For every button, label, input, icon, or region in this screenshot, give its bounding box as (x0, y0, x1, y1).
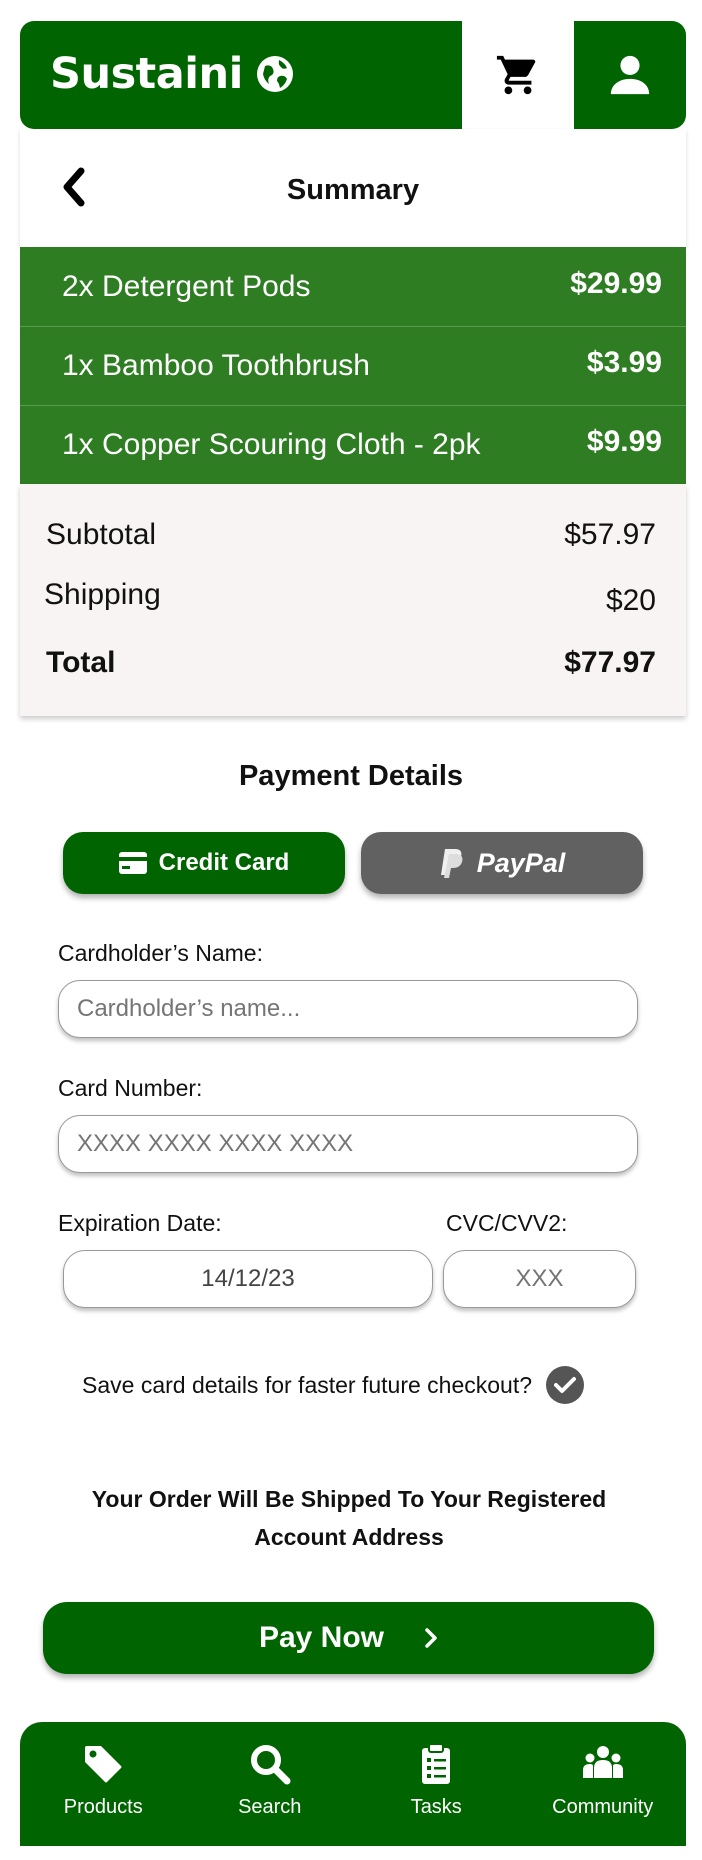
chevron-right-icon (425, 1628, 437, 1648)
nav-label: Tasks (410, 1796, 462, 1818)
bottom-navigation: Products Search Tasks Community (20, 1722, 686, 1846)
expiration-date-label: Expiration Date: (58, 1210, 222, 1236)
nav-item-products[interactable]: Products (20, 1722, 187, 1846)
save-card-checkbox[interactable] (546, 1366, 585, 1404)
subtotal-value: $57.97 (564, 518, 656, 551)
nav-item-tasks[interactable]: Tasks (353, 1722, 520, 1846)
order-item: 2x Detergent Pods $29.99 (20, 247, 686, 326)
credit-card-icon (118, 852, 147, 874)
order-totals: Subtotal $57.97 Shipping $20 Total $77.9… (20, 484, 686, 716)
save-card-option[interactable]: Save card details for faster future chec… (82, 1366, 585, 1404)
item-name: 1x Copper Scouring Cloth - 2pk (62, 428, 481, 461)
nav-label: Community (552, 1796, 654, 1818)
credit-card-label: Credit Card (158, 849, 290, 876)
summary-header: Summary (20, 129, 686, 247)
shipping-note: Your Order Will Be Shipped To Your Regis… (91, 1486, 607, 1550)
people-icon (582, 1746, 623, 1778)
nav-label: Search (238, 1796, 302, 1818)
nav-item-search[interactable]: Search (187, 1722, 354, 1846)
globe-icon (256, 56, 293, 92)
clipboard-icon (422, 1743, 451, 1784)
brand-name: Sustaini (50, 49, 243, 99)
save-card-label: Save card details for faster future chec… (82, 1371, 533, 1398)
order-item: 1x Copper Scouring Cloth - 2pk $9.99 (20, 405, 686, 484)
shipping-value: $20 (605, 584, 656, 617)
total-value: $77.97 (564, 646, 656, 679)
user-icon (610, 55, 650, 95)
paypal-icon (440, 849, 463, 878)
cart-icon (496, 55, 536, 95)
item-divider (20, 405, 686, 406)
page-title: Summary (286, 174, 420, 206)
search-icon (250, 1745, 291, 1785)
payment-details-title: Payment Details (238, 760, 464, 792)
brand-logo[interactable]: Sustaini (50, 49, 295, 99)
app-header: Sustaini (20, 21, 686, 129)
item-price: $9.99 (586, 425, 662, 458)
card-number-label: Card Number: (58, 1075, 203, 1101)
cardholder-name-label: Cardholder’s Name: (58, 940, 263, 966)
expiration-date-input[interactable]: 14/12/23 (63, 1250, 433, 1308)
item-divider (20, 326, 686, 327)
cardholder-name-input[interactable] (58, 980, 638, 1038)
tag-icon (85, 1746, 122, 1783)
cart-button[interactable] (462, 21, 574, 129)
nav-label: Products (63, 1796, 143, 1818)
item-price: $3.99 (586, 346, 662, 379)
item-name: 2x Detergent Pods (62, 270, 311, 303)
total-label: Total (46, 646, 116, 679)
pay-now-button[interactable]: Pay Now (43, 1602, 654, 1674)
paypal-label: PayPal (476, 847, 566, 878)
cvc-label: CVC/CVV2: (446, 1210, 568, 1236)
item-name: 1x Bamboo Toothbrush (62, 349, 370, 382)
pay-now-label: Pay Now (258, 1621, 385, 1654)
cvc-input[interactable] (443, 1250, 636, 1308)
checkmark-icon (554, 1377, 577, 1393)
nav-item-community[interactable]: Community (520, 1722, 687, 1846)
subtotal-label: Subtotal (46, 518, 157, 551)
profile-button[interactable] (574, 21, 686, 129)
shipping-label: Shipping (44, 578, 161, 611)
card-number-input[interactable] (58, 1115, 638, 1173)
order-item: 1x Bamboo Toothbrush $3.99 (20, 326, 686, 405)
paypal-button[interactable]: PayPal (361, 832, 643, 894)
item-price: $29.99 (570, 267, 662, 300)
credit-card-button[interactable]: Credit Card (63, 832, 345, 894)
